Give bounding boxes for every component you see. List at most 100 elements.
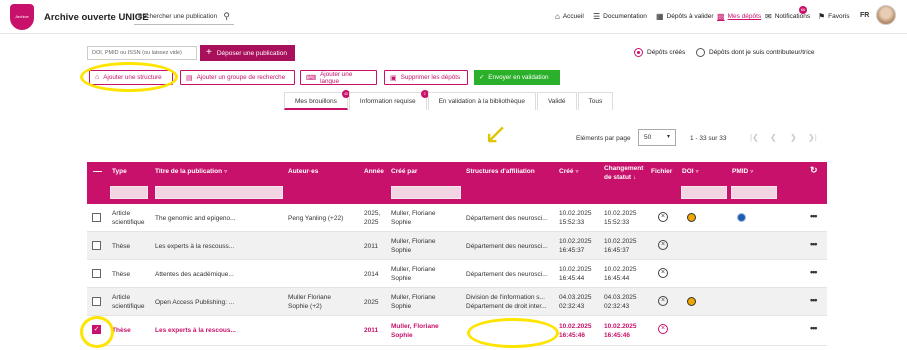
- last-page-icon[interactable]: ❯|: [808, 133, 817, 142]
- sort-icon: ▿: [695, 169, 699, 175]
- more-actions-icon[interactable]: •••: [810, 323, 818, 333]
- deposit-button[interactable]: + Déposer une publication: [200, 45, 295, 61]
- table-row[interactable]: Article scientifique Open Access Publishi…: [87, 288, 827, 316]
- tab-validated[interactable]: Validé: [536, 92, 577, 110]
- radio-created-dot[interactable]: [634, 48, 643, 57]
- next-page-icon[interactable]: ❯: [790, 133, 797, 142]
- menu-icon: ☰: [593, 12, 601, 21]
- top-bar: Archive ouverte Archive ouverte UNIGE Re…: [0, 0, 907, 45]
- tab-in-validation[interactable]: En validation à la bibliothèque: [427, 92, 536, 110]
- column-doi-label: DOI: [682, 168, 694, 175]
- row-created-by: Muller, Floriane Sophie: [391, 238, 436, 254]
- tab-all[interactable]: Tous: [577, 92, 614, 110]
- row-year: 2014: [364, 271, 379, 278]
- row-checkbox[interactable]: [92, 241, 101, 250]
- column-year[interactable]: Année: [364, 168, 384, 175]
- column-authors[interactable]: Auteur·es: [288, 168, 318, 175]
- pmid-icon[interactable]: [737, 213, 746, 222]
- row-title[interactable]: The genomic and epigeno...: [155, 214, 236, 223]
- avatar[interactable]: [876, 5, 896, 25]
- bookmark-icon: ⚑: [818, 12, 826, 21]
- column-doi[interactable]: DOI ▿: [682, 168, 699, 175]
- row-title[interactable]: Les experts à la rescouss...: [155, 242, 234, 251]
- page-size-select[interactable]: 50 ▾: [638, 129, 676, 146]
- pmid-filter[interactable]: [731, 186, 777, 199]
- column-authors-label: Auteur·es: [288, 168, 319, 175]
- table-row[interactable]: Thèse Attentes des académique... 2014 Mu…: [87, 260, 827, 288]
- table-row[interactable]: Article scientifique The genomic and epig…: [87, 204, 827, 232]
- doi-icon[interactable]: [687, 297, 696, 306]
- send-check-icon: ✓: [479, 74, 485, 81]
- add-research-group-button[interactable]: ▤ Ajouter un groupe de recherche: [180, 70, 295, 85]
- add-research-group-label: Ajouter un groupe de recherche: [196, 74, 286, 81]
- row-created: 10.02.2025 15:52:33: [559, 210, 592, 226]
- delete-deposits-button[interactable]: ▣ Supprimer les dépôts: [384, 70, 468, 85]
- column-type[interactable]: Type: [112, 168, 127, 175]
- column-structures[interactable]: Structures d'affiliation: [466, 168, 535, 175]
- page-range: 1 - 33 sur 33: [690, 135, 727, 142]
- app-title[interactable]: Archive ouverte UNIGE: [44, 12, 149, 23]
- highlight-checkbox: [80, 316, 114, 348]
- send-validation-label: Envoyer en validation: [488, 74, 549, 81]
- row-structures: Département des neurosci...: [466, 243, 548, 250]
- tab-all-label: Tous: [588, 98, 603, 105]
- radio-contributor[interactable]: Dépôts dont je suis contributeur/trice: [696, 48, 815, 57]
- send-validation-button[interactable]: ✓ Envoyer en validation: [474, 70, 560, 85]
- first-page-icon[interactable]: |❮: [750, 133, 759, 142]
- select-all-toggle[interactable]: —: [93, 166, 102, 176]
- column-created-by[interactable]: Créé par: [391, 168, 417, 175]
- column-status-change-label-2: de statut: [604, 174, 632, 181]
- row-title[interactable]: Attentes des académique...: [155, 270, 234, 279]
- column-title[interactable]: Titre de la publication ▿: [155, 168, 227, 175]
- more-actions-icon[interactable]: •••: [810, 211, 818, 221]
- nav-home[interactable]: ⌂ Accueil: [555, 12, 584, 21]
- previous-page-icon[interactable]: ❮: [770, 133, 777, 142]
- title-filter[interactable]: [155, 186, 283, 199]
- row-status-change: 10.02.2025 15:52:33: [604, 210, 637, 226]
- add-language-button[interactable]: ⌨ Ajouter une langue: [300, 70, 377, 85]
- folder-icon: ▩: [717, 12, 725, 21]
- row-checkbox[interactable]: [92, 269, 101, 278]
- row-title[interactable]: Les experts à la rescous...: [155, 326, 236, 335]
- column-created-by-label: Créé par: [391, 168, 418, 175]
- tab-info-required[interactable]: Information requise 2: [348, 90, 429, 110]
- nav-favorites[interactable]: ⚑ Favoris: [818, 12, 849, 21]
- table-row[interactable]: Thèse Les experts à la rescouss... 2011 …: [87, 232, 827, 260]
- tab-drafts[interactable]: Mes brouillons 40: [284, 90, 350, 110]
- row-checkbox[interactable]: [92, 297, 101, 306]
- doi-field[interactable]: DOI, PMID ou ISSN (ou laissez vide): [87, 46, 197, 60]
- more-actions-icon[interactable]: •••: [810, 295, 818, 305]
- doi-icon[interactable]: [687, 213, 696, 222]
- row-year: 2011: [364, 327, 379, 334]
- column-status-change[interactable]: Changement de statut ↓: [604, 164, 643, 183]
- table-row-selected[interactable]: ✓ Thèse Les experts à la rescous... 2011…: [87, 316, 827, 346]
- clipboard-icon: ▦: [656, 12, 664, 21]
- more-actions-icon[interactable]: •••: [810, 267, 818, 277]
- row-year: 2025, 2025: [364, 210, 381, 226]
- row-title[interactable]: Open Access Publishing: ...: [155, 298, 234, 307]
- row-type: Thèse: [112, 271, 131, 278]
- doi-filter[interactable]: [681, 186, 727, 199]
- nav-to-validate[interactable]: ▦ Dépôts à valider: [656, 12, 714, 21]
- nav-my-deposits[interactable]: ▩ Mes dépôts: [717, 12, 761, 21]
- row-created-by: Muller, Floriane Sophie: [391, 323, 439, 339]
- search-icon[interactable]: ⚲: [223, 11, 230, 22]
- column-pmid[interactable]: PMID ▿: [732, 168, 753, 175]
- column-file[interactable]: Fichier: [651, 168, 672, 175]
- column-created[interactable]: Créé ▿: [559, 168, 578, 175]
- type-filter[interactable]: [110, 186, 148, 199]
- row-checkbox[interactable]: [92, 213, 101, 222]
- nav-documentation[interactable]: ☰ Documentation: [593, 12, 647, 21]
- nav-notifications[interactable]: ✉ Notifications 66: [765, 6, 810, 21]
- language-selector[interactable]: FR: [860, 12, 869, 19]
- created-by-filter[interactable]: [391, 186, 461, 199]
- radio-contributor-dot[interactable]: [696, 48, 705, 57]
- no-file-icon: ×: [658, 324, 668, 334]
- more-actions-icon[interactable]: •••: [810, 239, 818, 249]
- search-input[interactable]: Rechercher une publication ⚲: [134, 10, 234, 25]
- row-created: 04.03.2025 02:32:43: [559, 294, 592, 310]
- refresh-icon[interactable]: ↻: [810, 165, 818, 176]
- radio-created[interactable]: Dépôts créés: [634, 48, 685, 57]
- row-status-change: 10.02.2025 16:45:46: [604, 323, 637, 339]
- unige-logo[interactable]: Archive ouverte: [10, 4, 34, 45]
